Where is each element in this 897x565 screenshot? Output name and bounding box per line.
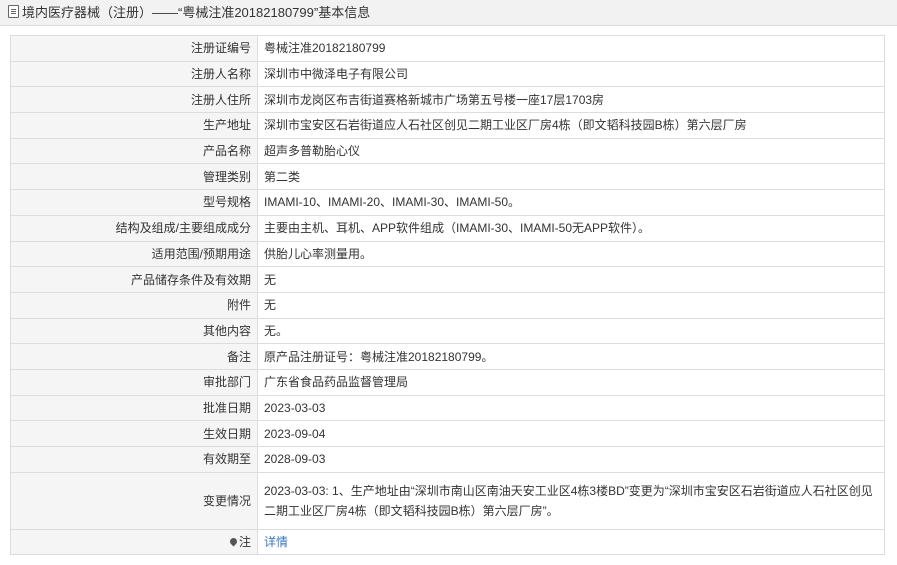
page-title: 境内医疗器械（注册）——“粤械注准20182180799”基本信息 xyxy=(22,5,371,20)
row-value: 深圳市中微泽电子有限公司 xyxy=(257,60,885,88)
table-row: 注册证编号 粤械注准20182180799 xyxy=(10,35,885,62)
table-row: 批准日期 2023-03-03 xyxy=(10,394,885,422)
note-row: 注 详情 xyxy=(10,528,885,556)
row-label: 生产地址 xyxy=(10,112,258,139)
row-label: 注册人名称 xyxy=(10,60,258,88)
row-label: 有效期至 xyxy=(10,446,258,473)
note-value-cell: 详情 xyxy=(257,528,885,556)
row-value: 2023-03-03 xyxy=(257,394,885,422)
row-value: 广东省食品药品监督管理局 xyxy=(257,368,885,396)
note-label: 注 xyxy=(238,535,251,550)
row-label: 产品储存条件及有效期 xyxy=(10,266,258,293)
row-value: 主要由主机、耳机、APP软件组成（IMAMI-30、IMAMI-50无APP软件… xyxy=(257,214,885,242)
table-row: 生产地址 深圳市宝安区石岩街道应人石社区创见二期工业区厂房4栋（即文韬科技园B栋… xyxy=(10,112,885,139)
row-label: 其他内容 xyxy=(10,317,258,345)
row-value: 2023-03-03: 1、生产地址由“深圳市南山区南油天安工业区4栋3楼BD”… xyxy=(257,471,885,530)
row-label: 附件 xyxy=(10,291,258,319)
row-label: 管理类别 xyxy=(10,163,258,191)
row-value: 深圳市龙岗区布吉街道赛格新城市广场第五号楼一座17层1703房 xyxy=(257,86,885,114)
row-label: 产品名称 xyxy=(10,137,258,165)
table-row: 变更情况 2023-03-03: 1、生产地址由“深圳市南山区南油天安工业区4栋… xyxy=(10,471,885,530)
row-value: 深圳市宝安区石岩街道应人石社区创见二期工业区厂房4栋（即文韬科技园B栋）第六层厂… xyxy=(257,112,885,139)
table-row: 产品储存条件及有效期 无 xyxy=(10,266,885,293)
row-label: 结构及组成/主要组成成分 xyxy=(10,214,258,242)
details-link[interactable]: 详情 xyxy=(264,535,288,549)
table-row: 产品名称 超声多普勒胎心仪 xyxy=(10,137,885,165)
row-label: 注册人住所 xyxy=(10,86,258,114)
row-value: 粤械注准20182180799 xyxy=(257,35,885,62)
row-value: 无 xyxy=(257,266,885,293)
row-label: 变更情况 xyxy=(10,471,258,530)
table-row: 注册人名称 深圳市中微泽电子有限公司 xyxy=(10,60,885,88)
table-row: 型号规格 IMAMI-10、IMAMI-20、IMAMI-30、IMAMI-50… xyxy=(10,189,885,216)
table-row: 生效日期 2023-09-04 xyxy=(10,420,885,447)
row-value: 原产品注册证号：粤械注准20182180799。 xyxy=(257,343,885,370)
row-value: 无。 xyxy=(257,317,885,345)
row-value: IMAMI-10、IMAMI-20、IMAMI-30、IMAMI-50。 xyxy=(257,189,885,216)
row-label: 批准日期 xyxy=(10,394,258,422)
table-row: 有效期至 2028-09-03 xyxy=(10,446,885,473)
table-row: 审批部门 广东省食品药品监督管理局 xyxy=(10,368,885,396)
row-label: 适用范围/预期用途 xyxy=(10,240,258,268)
table-row: 其他内容 无。 xyxy=(10,317,885,345)
table-row: 备注 原产品注册证号：粤械注准20182180799。 xyxy=(10,343,885,370)
row-value: 无 xyxy=(257,291,885,319)
page-title-bar: 境内医疗器械（注册）——“粤械注准20182180799”基本信息 xyxy=(0,0,897,26)
row-value: 第二类 xyxy=(257,163,885,191)
registration-info-table: 注册证编号 粤械注准20182180799 注册人名称 深圳市中微泽电子有限公司… xyxy=(10,35,885,556)
note-label-cell: 注 xyxy=(10,528,258,556)
table-row: 附件 无 xyxy=(10,291,885,319)
row-label: 生效日期 xyxy=(10,420,258,447)
row-value: 超声多普勒胎心仪 xyxy=(257,137,885,165)
row-label: 审批部门 xyxy=(10,368,258,396)
table-row: 适用范围/预期用途 供胎儿心率测量用。 xyxy=(10,240,885,268)
row-value: 2023-09-04 xyxy=(257,420,885,447)
row-value: 供胎儿心率测量用。 xyxy=(257,240,885,268)
row-label: 备注 xyxy=(10,343,258,370)
location-pin-icon xyxy=(228,536,239,547)
row-value: 2028-09-03 xyxy=(257,446,885,473)
table-row: 注册人住所 深圳市龙岗区布吉街道赛格新城市广场第五号楼一座17层1703房 xyxy=(10,86,885,114)
table-row: 管理类别 第二类 xyxy=(10,163,885,191)
row-label: 型号规格 xyxy=(10,189,258,216)
table-row: 结构及组成/主要组成成分 主要由主机、耳机、APP软件组成（IMAMI-30、I… xyxy=(10,214,885,242)
row-label: 注册证编号 xyxy=(10,35,258,62)
document-icon xyxy=(8,5,19,18)
